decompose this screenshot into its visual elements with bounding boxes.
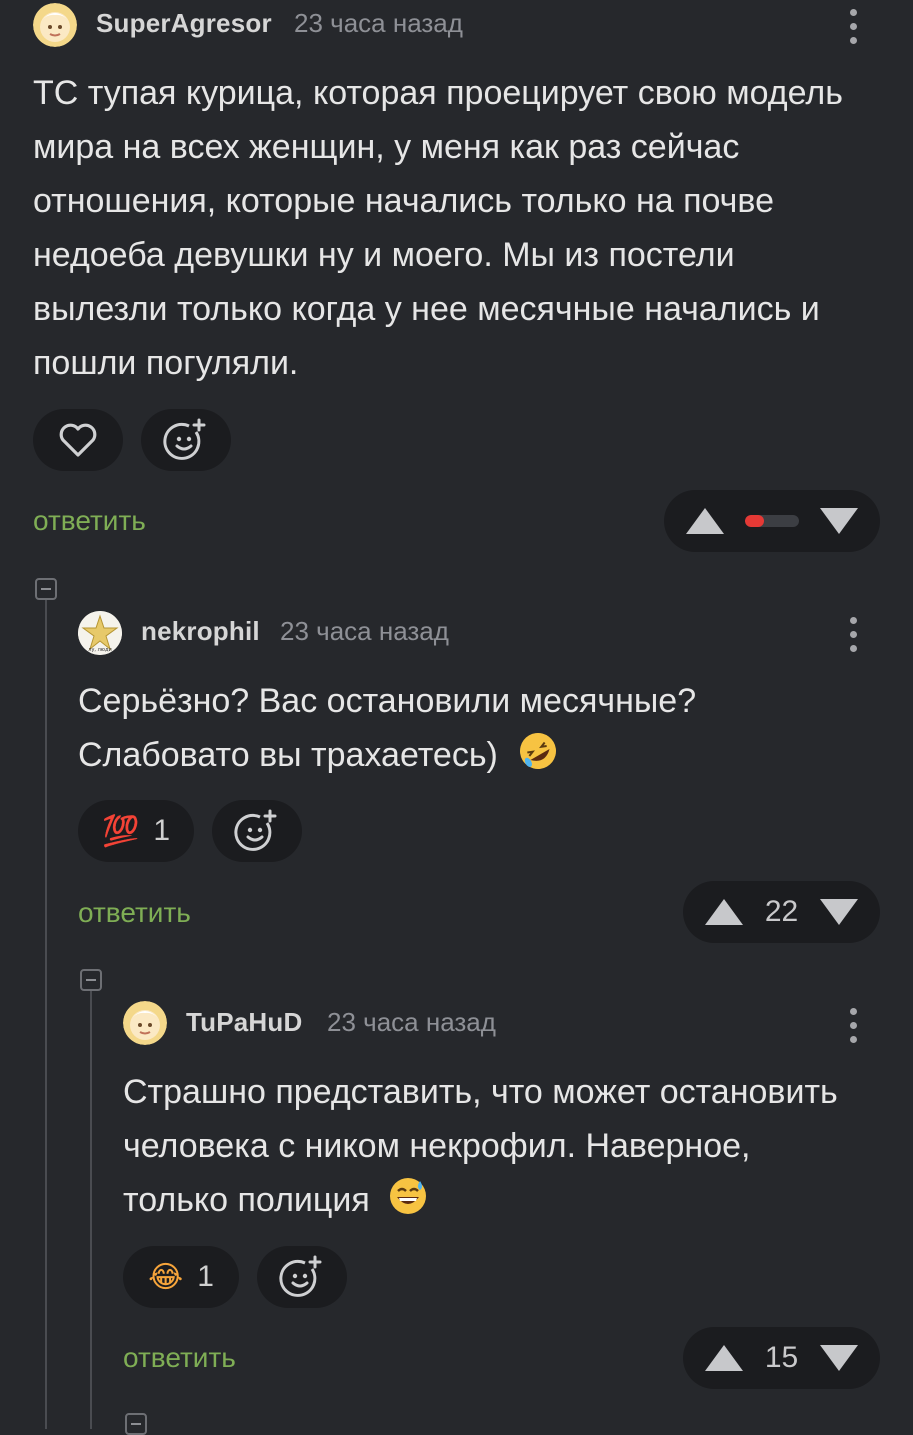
upvote-button[interactable] xyxy=(705,1345,743,1371)
rofl-emoji-icon xyxy=(517,730,559,788)
svg-text:лу, люди: лу, люди xyxy=(88,647,111,653)
score: 15 xyxy=(764,1341,799,1374)
avatar-nekrophil[interactable]: лу, люди xyxy=(78,611,122,655)
vote-box: 15 xyxy=(683,1327,880,1389)
comment-text: ТС тупая курица, которая проецирует свою… xyxy=(33,74,843,382)
avatar-tupahud[interactable] xyxy=(123,1001,167,1045)
upvote-button[interactable] xyxy=(705,899,743,925)
vote-box: 22 xyxy=(683,881,880,943)
comment-text: Серьёзно? Вас остановили месячные? Слабо… xyxy=(78,674,768,788)
add-reaction-button[interactable] xyxy=(257,1246,347,1308)
kebab-menu-icon[interactable] xyxy=(848,1008,858,1043)
comment-text: Страшно представить, что может остановит… xyxy=(123,1065,843,1233)
reply-link[interactable]: ответить xyxy=(123,1342,236,1374)
avatar-superagresor[interactable] xyxy=(33,3,77,47)
downvote-button[interactable] xyxy=(820,1345,858,1371)
username[interactable]: nekrophil xyxy=(141,616,260,647)
reply-link[interactable]: ответить xyxy=(78,897,191,929)
score: 22 xyxy=(764,895,799,928)
downvote-button[interactable] xyxy=(820,899,858,925)
smiley-plus-icon xyxy=(279,1255,322,1297)
timestamp: 23 часа назад xyxy=(327,1007,496,1037)
reaction-count: 1 xyxy=(153,814,171,847)
collapse-minus-icon[interactable] xyxy=(35,578,57,600)
add-reaction-button[interactable] xyxy=(141,409,231,471)
username[interactable]: SuperAgresor xyxy=(96,8,272,39)
hundred-emoji-icon: 💯 xyxy=(101,814,140,848)
rating-bar xyxy=(745,515,799,527)
reply-link[interactable]: ответить xyxy=(33,505,146,537)
reaction-button[interactable]: 💯 1 xyxy=(78,800,194,862)
grinning-sweat-emoji-icon xyxy=(387,1175,429,1233)
timestamp: 23 часа назад xyxy=(294,8,463,38)
like-button[interactable] xyxy=(33,409,123,471)
collapse-minus-icon[interactable] xyxy=(80,969,102,991)
thread-line[interactable] xyxy=(90,982,92,1429)
vote-box xyxy=(664,490,880,552)
kebab-menu-icon[interactable] xyxy=(848,9,858,44)
smiley-plus-icon xyxy=(163,418,206,460)
smiley-plus-icon xyxy=(234,809,277,851)
collapse-minus-icon[interactable] xyxy=(125,1413,147,1435)
add-reaction-button[interactable] xyxy=(212,800,302,862)
reaction-button[interactable]: 😂 1 xyxy=(123,1246,239,1308)
username[interactable]: TuPaHuD xyxy=(186,1007,302,1038)
downvote-button[interactable] xyxy=(820,508,858,534)
timestamp: 23 часа назад xyxy=(280,616,449,646)
reaction-count: 1 xyxy=(197,1260,214,1293)
upvote-button[interactable] xyxy=(686,508,724,534)
kebab-menu-icon[interactable] xyxy=(848,617,858,652)
heart-icon xyxy=(59,423,97,457)
thread-line[interactable] xyxy=(45,590,47,1429)
comment-text-content: Серьёзно? Вас остановили месячные? Слабо… xyxy=(78,682,697,774)
tears-of-joy-emoji-icon: 😂 xyxy=(148,1260,184,1294)
comment-text-content: Страшно представить, что может остановит… xyxy=(123,1073,838,1219)
